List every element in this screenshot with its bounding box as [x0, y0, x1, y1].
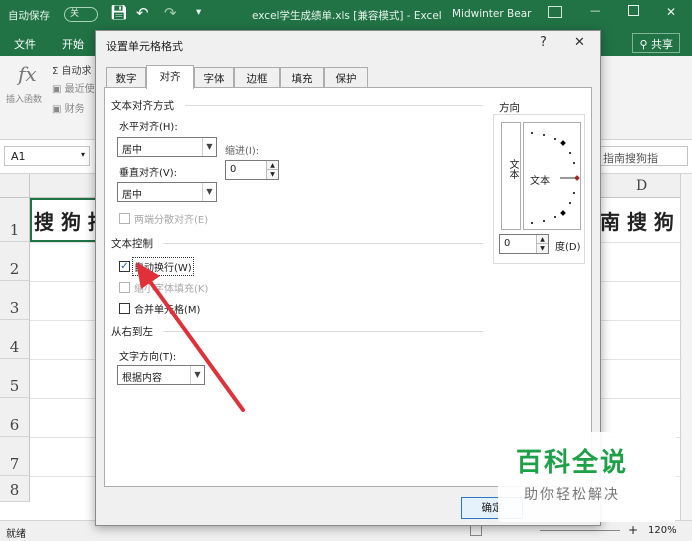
watermark: 百科全说 助你轻松解决	[498, 432, 676, 522]
watermark-brand: 百科全说	[516, 448, 629, 478]
watermark-slogan: 助你轻松解决	[524, 487, 620, 503]
tab-alignment[interactable]: 对齐	[146, 65, 194, 89]
